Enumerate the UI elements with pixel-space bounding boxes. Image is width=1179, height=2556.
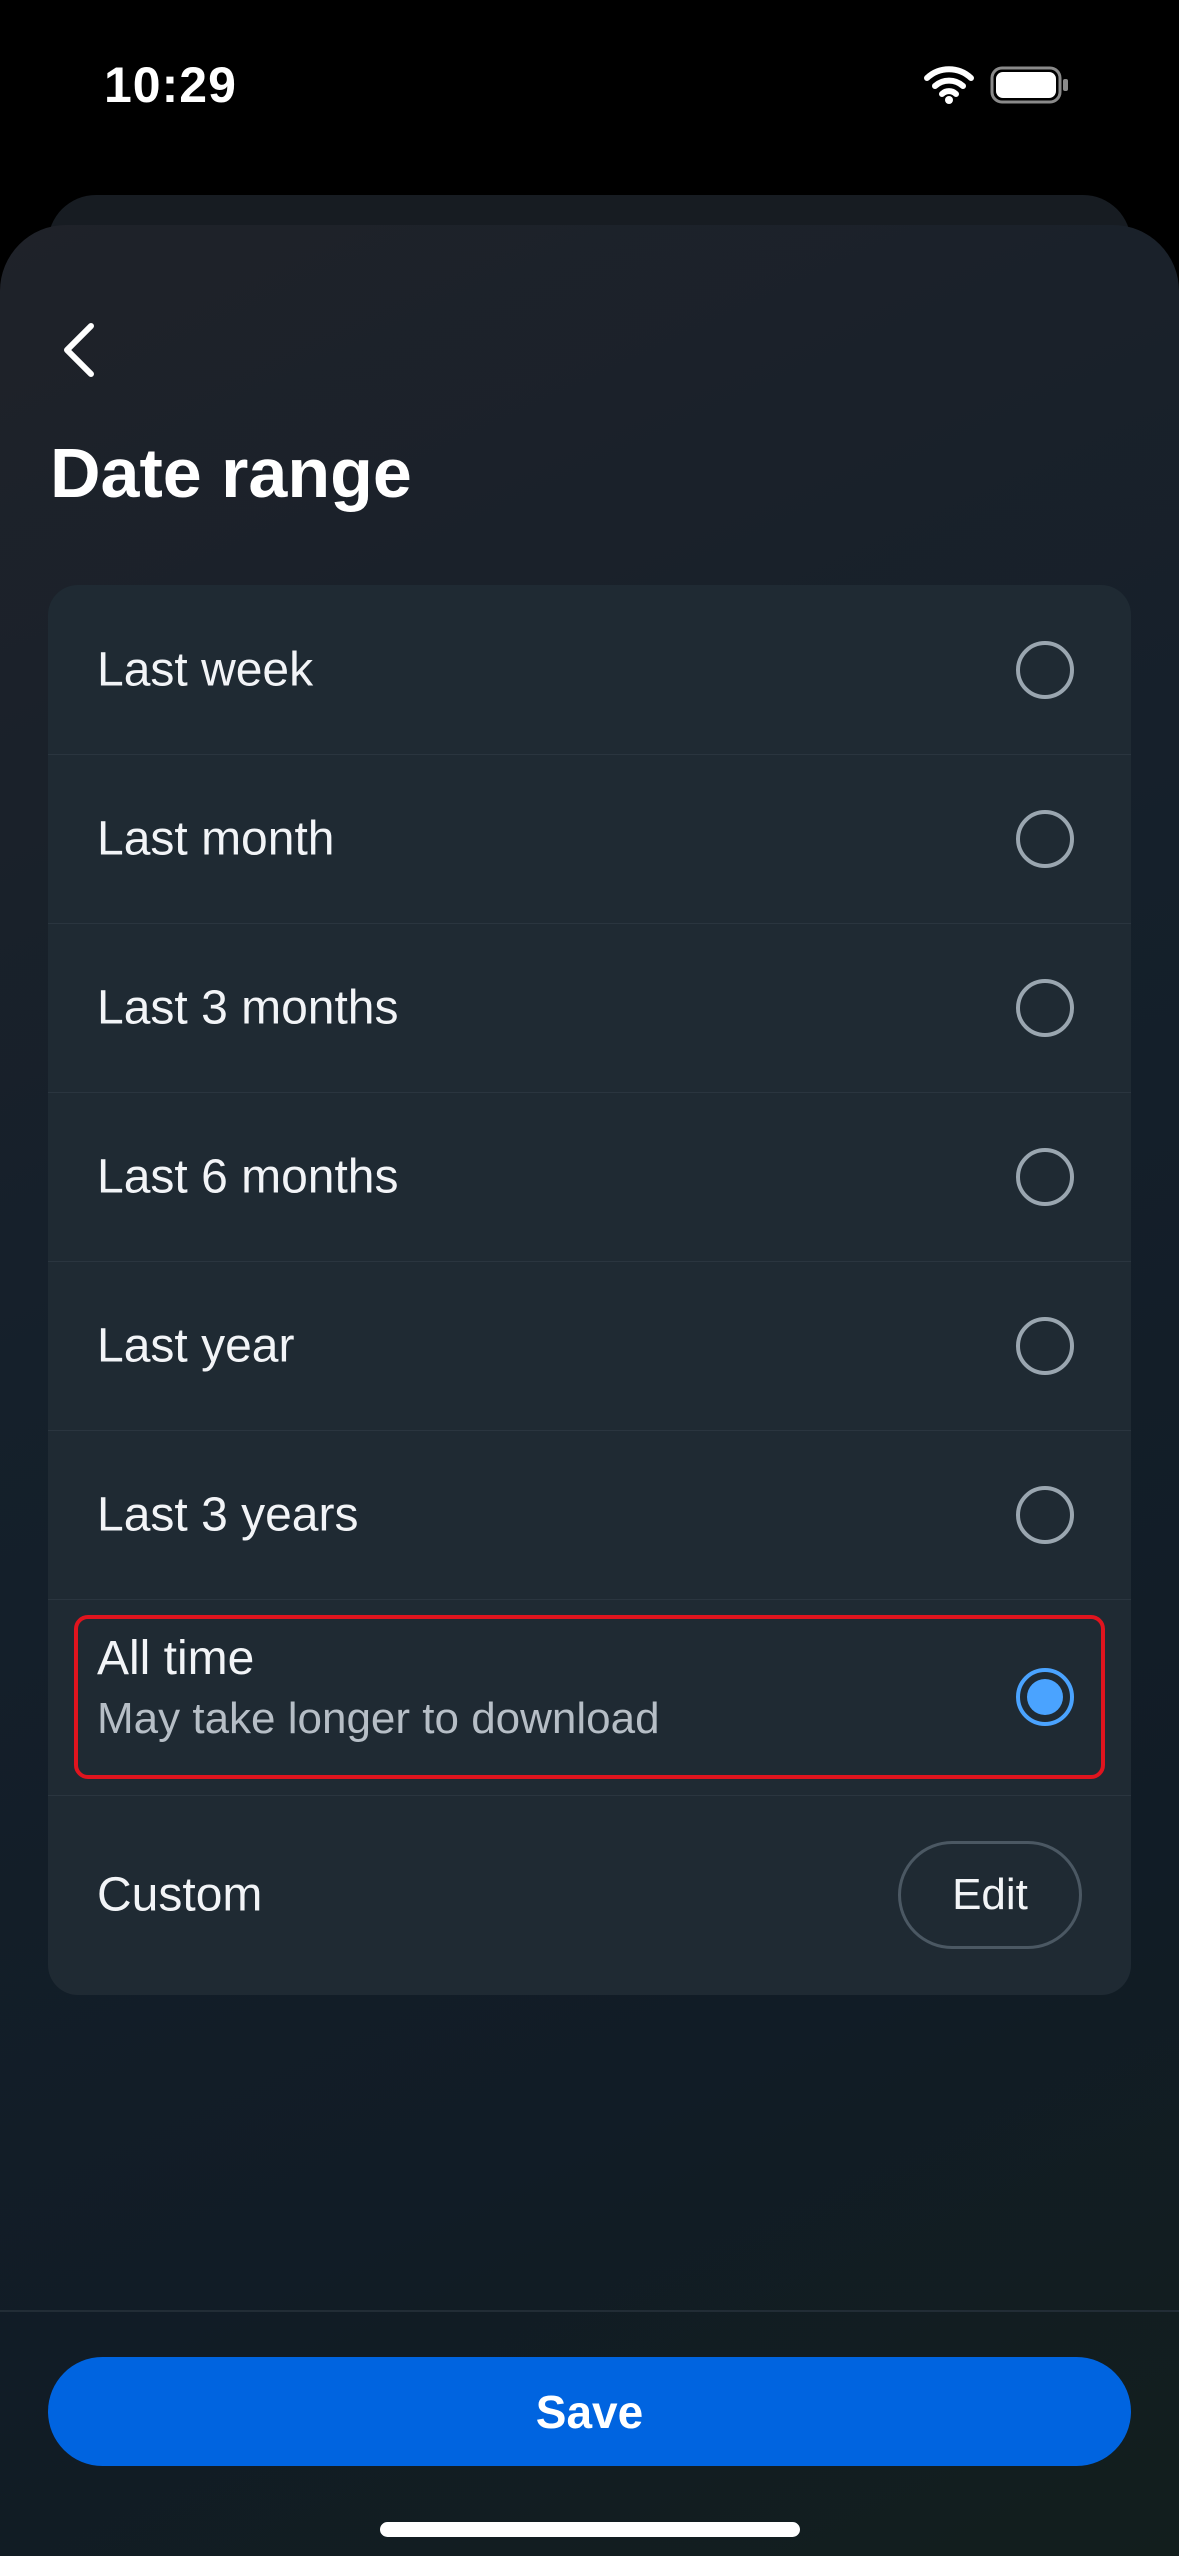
home-indicator	[380, 2522, 800, 2537]
option-label: Last 6 months	[97, 1150, 399, 1203]
battery-icon	[990, 66, 1070, 111]
status-bar: 10:29	[0, 0, 1179, 180]
save-button[interactable]: Save	[48, 2357, 1131, 2466]
radio-button[interactable]	[1016, 1147, 1074, 1206]
radio-button[interactable]	[1016, 978, 1074, 1037]
option-last-6-months[interactable]: Last 6 months	[48, 1092, 1131, 1262]
option-label: All time	[97, 1632, 255, 1685]
radio-button[interactable]	[1016, 640, 1074, 699]
option-last-3-months[interactable]: Last 3 months	[48, 923, 1131, 1093]
option-last-week[interactable]: Last week	[48, 585, 1131, 755]
option-custom[interactable]: Custom Edit	[48, 1795, 1131, 1995]
wifi-icon	[924, 64, 974, 109]
edit-button[interactable]: Edit	[898, 1841, 1082, 1949]
footer-divider	[0, 2310, 1179, 2312]
radio-button[interactable]	[1016, 809, 1074, 868]
option-label: Last week	[97, 643, 314, 696]
option-last-month[interactable]: Last month	[48, 754, 1131, 924]
option-label: Last month	[97, 812, 335, 865]
radio-button-selected[interactable]	[1016, 1668, 1074, 1726]
back-button[interactable]	[44, 315, 114, 385]
option-label: Last 3 years	[97, 1488, 359, 1541]
option-last-year[interactable]: Last year	[48, 1261, 1131, 1431]
option-sublabel: May take longer to download	[97, 1694, 660, 1743]
radio-button[interactable]	[1016, 1316, 1074, 1375]
page-title: Date range	[50, 434, 412, 512]
option-all-time[interactable]: All time May take longer to download	[48, 1599, 1131, 1796]
chevron-left-icon	[64, 323, 94, 377]
status-time: 10:29	[104, 57, 237, 113]
option-label: Last 3 months	[97, 981, 399, 1034]
option-last-3-years[interactable]: Last 3 years	[48, 1430, 1131, 1600]
date-range-options: Last week Last month Last 3 months Last …	[48, 585, 1131, 1995]
radio-button[interactable]	[1016, 1485, 1074, 1544]
option-label: Last year	[97, 1319, 295, 1372]
date-range-sheet: Date range Last week Last month Last 3 m…	[0, 225, 1179, 2556]
option-label: Custom	[97, 1868, 263, 1922]
